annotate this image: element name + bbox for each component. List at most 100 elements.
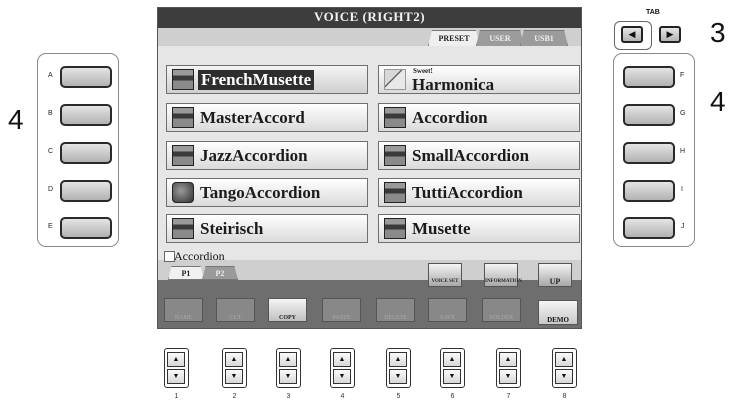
delete-button[interactable]: DELETE — [376, 298, 415, 322]
button-1-up[interactable]: ▲ — [167, 352, 185, 367]
voice-tutti-accordion[interactable]: TuttiAccordion — [378, 178, 580, 207]
bandoneon-icon — [172, 182, 194, 203]
button-c[interactable] — [60, 142, 112, 164]
button-5-up[interactable]: ▲ — [389, 352, 407, 367]
button-7-up[interactable]: ▲ — [499, 352, 517, 367]
voice-name: MasterAccord — [200, 108, 305, 127]
updown-button-2: ▲ ▼ — [222, 348, 247, 388]
button-number-7: 7 — [506, 393, 511, 400]
voice-steirisch[interactable]: Steirisch — [166, 214, 368, 243]
button-letter-e: E — [48, 223, 53, 230]
accordion-icon — [384, 182, 406, 203]
step-number-left: 4 — [8, 104, 24, 135]
button-3-down[interactable]: ▼ — [279, 369, 297, 384]
voice-name: Accordion — [412, 108, 488, 127]
button-a[interactable] — [60, 66, 112, 88]
up-button[interactable]: UP — [538, 263, 572, 287]
name-button[interactable]: NAME — [164, 298, 203, 322]
updown-button-5: ▲ ▼ — [386, 348, 411, 388]
button-g[interactable] — [623, 104, 675, 126]
button-j[interactable] — [623, 217, 675, 239]
sweet-label: Sweet! — [413, 67, 433, 75]
voice-name: SmallAccordion — [412, 146, 530, 165]
button-letter-g: G — [680, 110, 686, 117]
button-number-5: 5 — [396, 393, 401, 400]
button-letter-c: C — [48, 148, 54, 155]
button-letter-b: B — [48, 110, 53, 117]
voice-harmonica[interactable]: Sweet! Harmonica — [378, 65, 580, 94]
accordion-icon — [172, 107, 194, 128]
tab-user[interactable]: USER — [476, 30, 524, 46]
voice-tango-accordion[interactable]: TangoAccordion — [166, 178, 368, 207]
button-6-down[interactable]: ▼ — [443, 369, 461, 384]
lcd-screen: VOICE (RIGHT2) PRESET USER USB1 FrenchMu… — [157, 7, 582, 329]
button-e[interactable] — [60, 217, 112, 239]
voice-accordion[interactable]: Accordion — [378, 103, 580, 132]
voice-name: JazzAccordion — [200, 146, 308, 165]
page-tab-p2[interactable]: P2 — [202, 266, 238, 280]
button-1-down[interactable]: ▼ — [167, 369, 185, 384]
button-number-8: 8 — [562, 393, 567, 400]
button-8-down[interactable]: ▼ — [555, 369, 573, 384]
screen-title: VOICE (RIGHT2) — [158, 8, 581, 28]
button-letter-a: A — [48, 72, 53, 79]
button-b[interactable] — [60, 104, 112, 126]
tab-right-button[interactable]: ▶ — [659, 26, 681, 43]
updown-button-7: ▲ ▼ — [496, 348, 521, 388]
accordion-icon — [172, 218, 194, 239]
tab-left-button[interactable]: ◀ — [621, 26, 643, 43]
button-3-up[interactable]: ▲ — [279, 352, 297, 367]
button-4-down[interactable]: ▼ — [333, 369, 351, 384]
category-path: Accordion — [174, 249, 225, 263]
button-f[interactable] — [623, 66, 675, 88]
button-5-down[interactable]: ▼ — [389, 369, 407, 384]
harmonica-icon — [384, 69, 406, 90]
save-button[interactable]: SAVE — [428, 298, 467, 322]
button-6-up[interactable]: ▲ — [443, 352, 461, 367]
voice-jazz-accordion[interactable]: JazzAccordion — [166, 141, 368, 170]
button-number-3: 3 — [286, 393, 291, 400]
demo-button[interactable]: DEMO — [538, 300, 578, 325]
voice-name: TuttiAccordion — [412, 183, 523, 202]
voice-name: TangoAccordion — [200, 183, 321, 202]
voice-name: FrenchMusette — [198, 70, 315, 90]
button-letter-h: H — [680, 148, 686, 155]
button-number-6: 6 — [450, 393, 455, 400]
voice-small-accordion[interactable]: SmallAccordion — [378, 141, 580, 170]
button-2-down[interactable]: ▼ — [225, 369, 243, 384]
tab-usb1[interactable]: USB1 — [520, 30, 568, 46]
button-7-down[interactable]: ▼ — [499, 369, 517, 384]
updown-button-1: ▲ ▼ — [164, 348, 189, 388]
folder-button[interactable]: FOLDER — [482, 298, 521, 322]
button-number-1: 1 — [174, 393, 179, 400]
updown-button-6: ▲ ▼ — [440, 348, 465, 388]
updown-button-3: ▲ ▼ — [276, 348, 301, 388]
button-d[interactable] — [60, 180, 112, 202]
voice-name: Steirisch — [200, 219, 264, 238]
button-8-up[interactable]: ▲ — [555, 352, 573, 367]
accordion-icon — [384, 218, 406, 239]
button-letter-d: D — [48, 186, 54, 193]
voice-musette[interactable]: Musette — [378, 214, 580, 243]
button-4-up[interactable]: ▲ — [333, 352, 351, 367]
button-h[interactable] — [623, 142, 675, 164]
voice-french-musette[interactable]: FrenchMusette — [166, 65, 368, 94]
button-number-4: 4 — [340, 393, 345, 400]
updown-button-4: ▲ ▼ — [330, 348, 355, 388]
voice-set-button[interactable]: VOICE SET — [428, 263, 462, 287]
updown-button-8: ▲ ▼ — [552, 348, 577, 388]
button-i[interactable] — [623, 180, 675, 202]
tab-preset[interactable]: PRESET — [428, 30, 480, 46]
cut-button[interactable]: CUT — [216, 298, 255, 322]
copy-button[interactable]: COPY — [268, 298, 307, 322]
accordion-icon — [384, 107, 406, 128]
button-letter-f: F — [680, 72, 685, 79]
button-2-up[interactable]: ▲ — [225, 352, 243, 367]
information-button[interactable]: INFORMATION — [484, 263, 522, 287]
voice-name: Musette — [412, 219, 471, 238]
paste-button[interactable]: PASTE — [322, 298, 361, 322]
step-number-right: 4 — [710, 86, 726, 117]
accordion-icon — [384, 145, 406, 166]
voice-master-accord[interactable]: MasterAccord — [166, 103, 368, 132]
page-tab-p1[interactable]: P1 — [168, 266, 204, 280]
